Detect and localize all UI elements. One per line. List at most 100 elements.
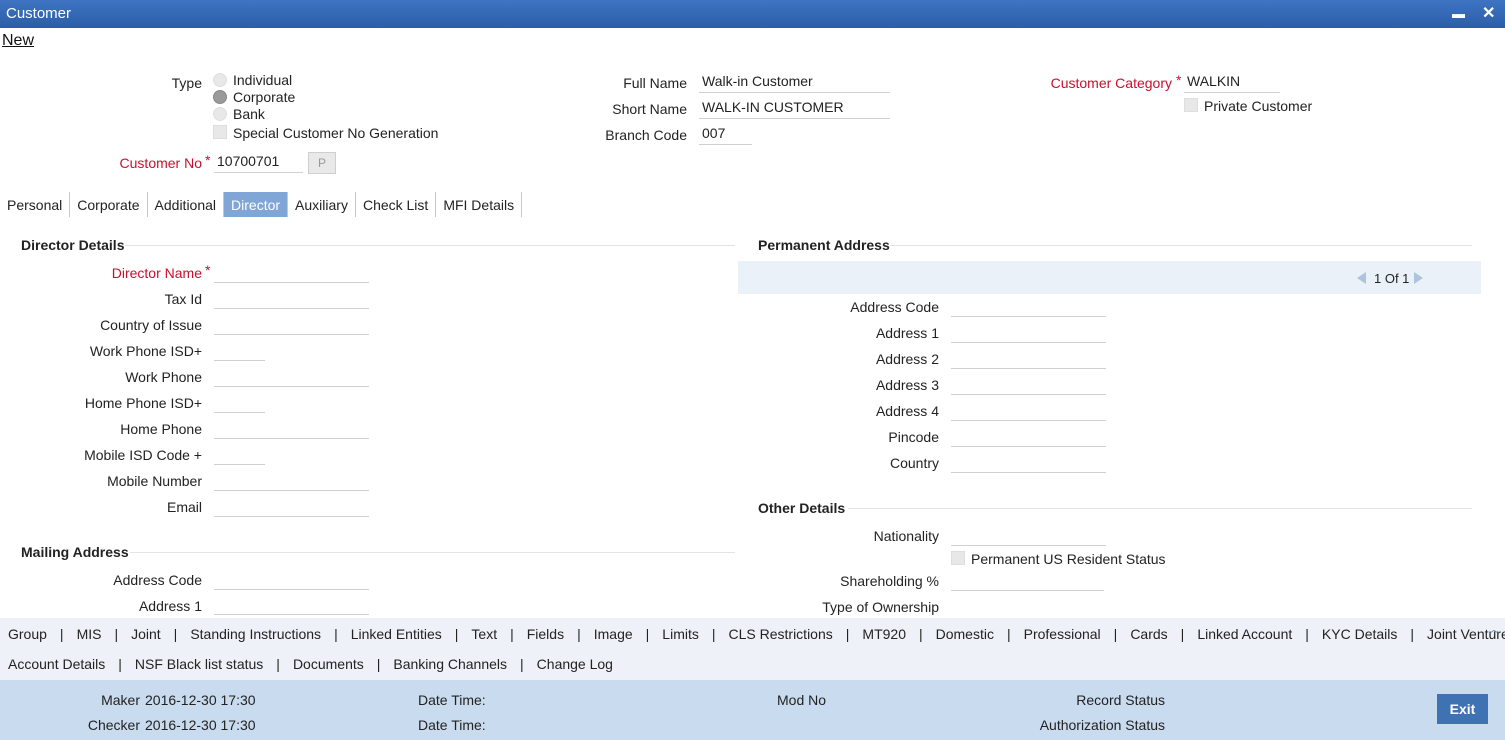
next-page-icon[interactable] bbox=[1414, 272, 1423, 284]
short-name-input[interactable]: WALK-IN CUSTOMER bbox=[699, 97, 890, 119]
tab-mfi-details[interactable]: MFI Details bbox=[436, 192, 523, 217]
link-separator: | bbox=[520, 656, 524, 672]
link-mt920[interactable]: MT920 bbox=[862, 626, 906, 642]
link-documents[interactable]: Documents bbox=[293, 656, 364, 672]
shareholding-label: Shareholding % bbox=[840, 573, 939, 589]
maker-value: 2016-12-30 17:30 bbox=[145, 692, 256, 708]
tab-check-list[interactable]: Check List bbox=[356, 192, 437, 217]
home-phone-isd-input[interactable] bbox=[214, 391, 265, 413]
link-nsf-black-list-status[interactable]: NSF Black list status bbox=[135, 656, 263, 672]
perm-pincode-input[interactable] bbox=[951, 425, 1106, 447]
branch-code-input[interactable]: 007 bbox=[699, 123, 752, 145]
home-phone-label: Home Phone bbox=[120, 421, 202, 437]
country-of-issue-input[interactable] bbox=[214, 313, 369, 335]
link-text[interactable]: Text bbox=[471, 626, 497, 642]
email-label: Email bbox=[166, 499, 202, 515]
home-phone-input[interactable] bbox=[214, 417, 369, 439]
type-option-label: Bank bbox=[233, 106, 265, 122]
work-phone-input[interactable] bbox=[214, 365, 369, 387]
customer-no-p-button[interactable]: P bbox=[308, 152, 336, 174]
link-separator: | bbox=[276, 656, 280, 672]
link-image[interactable]: Image bbox=[594, 626, 633, 642]
tab-additional[interactable]: Additional bbox=[148, 192, 225, 217]
type-option-label: Individual bbox=[233, 72, 293, 88]
link-separator: | bbox=[59, 626, 64, 642]
link-account-details[interactable]: Account Details bbox=[8, 656, 105, 672]
new-link[interactable]: New bbox=[2, 32, 34, 50]
window-title-bar: Customer ▬ ✕ bbox=[0, 0, 1505, 28]
close-icon[interactable]: ✕ bbox=[1482, 3, 1495, 23]
mailing-address-1-label: Address 1 bbox=[138, 598, 202, 614]
link-banking-channels[interactable]: Banking Channels bbox=[393, 656, 507, 672]
work-phone-label: Work Phone bbox=[125, 369, 202, 385]
link-separator: | bbox=[645, 626, 650, 642]
link-joint[interactable]: Joint bbox=[131, 626, 161, 642]
link-professional[interactable]: Professional bbox=[1024, 626, 1101, 642]
exit-button[interactable]: Exit bbox=[1437, 694, 1488, 724]
section-divider bbox=[890, 245, 1472, 246]
full-name-input[interactable]: Walk-in Customer bbox=[699, 71, 890, 93]
scroll-up-icon[interactable]: ︿ bbox=[1489, 621, 1499, 636]
private-customer-label: Private Customer bbox=[1204, 98, 1313, 114]
link-domestic[interactable]: Domestic bbox=[936, 626, 994, 642]
perm-country-input[interactable] bbox=[951, 451, 1106, 473]
tab-director[interactable]: Director bbox=[224, 192, 289, 217]
shareholding-input[interactable] bbox=[951, 569, 1104, 591]
mailing-address-1-input[interactable] bbox=[214, 594, 369, 615]
private-customer-checkbox[interactable] bbox=[1184, 98, 1198, 112]
type-radio-individual[interactable] bbox=[213, 73, 227, 87]
perm-address-4-input[interactable] bbox=[951, 399, 1106, 421]
customer-category-input[interactable]: WALKIN bbox=[1184, 71, 1280, 93]
customer-no-input[interactable]: 10700701 bbox=[214, 151, 303, 173]
mobile-number-input[interactable] bbox=[214, 469, 369, 491]
email-input[interactable] bbox=[214, 495, 369, 517]
tax-id-input[interactable] bbox=[214, 287, 369, 309]
perm-address-1-input[interactable] bbox=[951, 321, 1106, 343]
link-fields[interactable]: Fields bbox=[527, 626, 564, 642]
work-phone-isd-label: Work Phone ISD+ bbox=[89, 343, 202, 359]
previous-page-icon[interactable] bbox=[1357, 272, 1366, 284]
home-phone-isd-label: Home Phone ISD+ bbox=[84, 395, 202, 411]
link-linked-entities[interactable]: Linked Entities bbox=[351, 626, 442, 642]
perm-address-code-input[interactable] bbox=[951, 295, 1106, 317]
mailing-address-code-input[interactable] bbox=[214, 568, 369, 590]
tab-auxiliary[interactable]: Auxiliary bbox=[288, 192, 356, 217]
mobile-isd-input[interactable] bbox=[214, 443, 265, 465]
work-phone-isd-input[interactable] bbox=[214, 339, 265, 361]
minimize-icon[interactable]: ▬ bbox=[1452, 6, 1465, 21]
nationality-input[interactable] bbox=[951, 524, 1106, 546]
maker-date-time-label: Date Time: bbox=[418, 692, 486, 708]
type-radio-corporate[interactable] bbox=[213, 90, 227, 104]
link-change-log[interactable]: Change Log bbox=[537, 656, 613, 672]
director-name-input[interactable] bbox=[214, 261, 369, 283]
tab-corporate[interactable]: Corporate bbox=[70, 192, 148, 217]
link-separator: | bbox=[334, 626, 338, 642]
link-separator: | bbox=[376, 656, 381, 672]
perm-address-3-input[interactable] bbox=[951, 373, 1106, 395]
link-mis[interactable]: MIS bbox=[77, 626, 102, 642]
checker-date-time-label: Date Time: bbox=[418, 717, 486, 733]
address-pager-bar: 1 Of 1 bbox=[738, 261, 1481, 294]
authorization-status-label: Authorization Status bbox=[1039, 717, 1165, 733]
link-cards[interactable]: Cards bbox=[1130, 626, 1167, 642]
tab-bar: Personal Corporate Additional Director A… bbox=[0, 192, 523, 218]
us-resident-checkbox[interactable] bbox=[951, 551, 965, 565]
mobile-isd-label: Mobile ISD Code + bbox=[84, 447, 202, 463]
link-kyc-details[interactable]: KYC Details bbox=[1322, 626, 1397, 642]
link-group[interactable]: Group bbox=[8, 626, 47, 642]
link-limits[interactable]: Limits bbox=[662, 626, 699, 642]
link-linked-account[interactable]: Linked Account bbox=[1197, 626, 1292, 642]
link-separator: | bbox=[510, 626, 514, 642]
link-standing-instructions[interactable]: Standing Instructions bbox=[190, 626, 321, 642]
checker-value: 2016-12-30 17:30 bbox=[145, 717, 256, 733]
nationality-label: Nationality bbox=[873, 528, 939, 544]
perm-address-2-input[interactable] bbox=[951, 347, 1106, 369]
record-status-label: Record Status bbox=[1076, 692, 1165, 708]
special-no-gen-checkbox[interactable] bbox=[213, 125, 227, 139]
type-radio-bank[interactable] bbox=[213, 107, 227, 121]
customer-no-label: Customer No bbox=[119, 155, 202, 171]
perm-pincode-label: Pincode bbox=[888, 429, 939, 445]
branch-code-label: Branch Code bbox=[605, 127, 687, 143]
tab-personal[interactable]: Personal bbox=[0, 192, 71, 217]
link-cls-restrictions[interactable]: CLS Restrictions bbox=[729, 626, 833, 642]
